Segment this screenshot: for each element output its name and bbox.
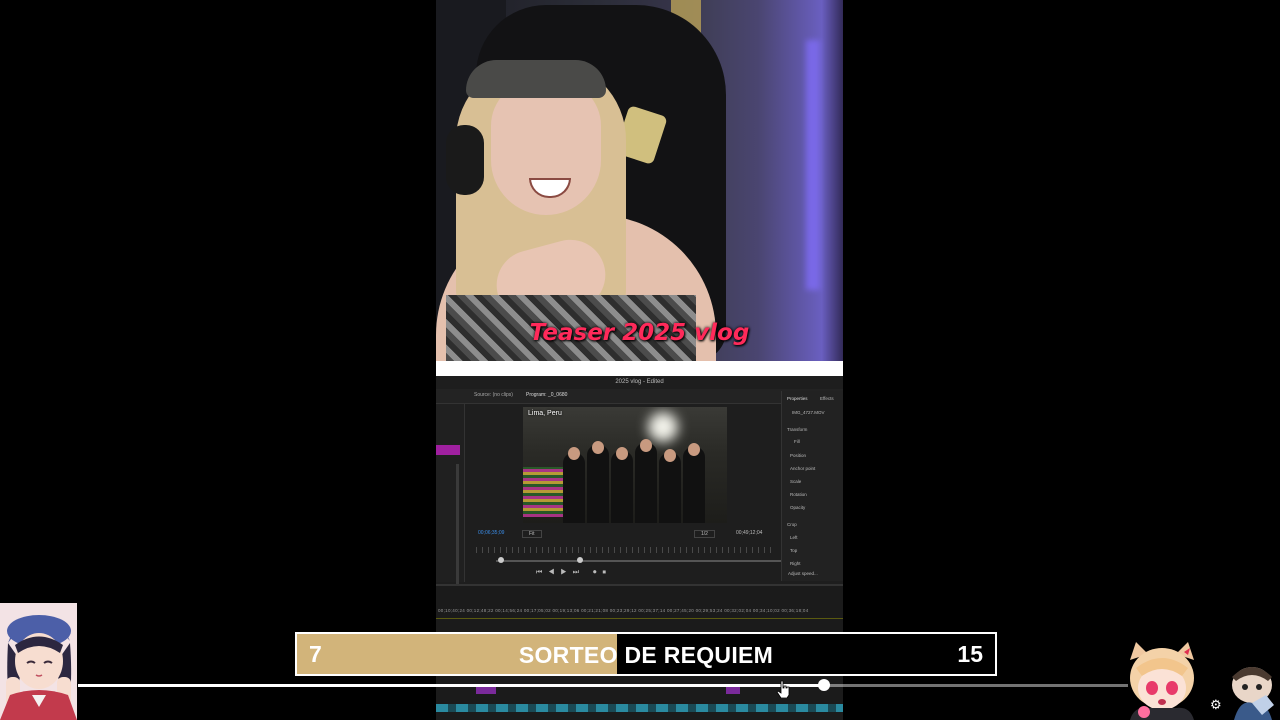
editor-window-title: 2025 vlog - Edited: [615, 379, 664, 385]
timeline-track-line: [436, 618, 843, 619]
location-overlay: Lima, Peru: [528, 410, 562, 417]
person-head: [664, 449, 676, 462]
audio-track: [436, 704, 843, 712]
tab-effects: Effects: [820, 396, 834, 401]
progress-fill: [78, 684, 824, 687]
timeline-clip: [726, 686, 740, 694]
program-monitor: Lima, Peru: [523, 407, 727, 523]
video-progress-bar[interactable]: [78, 679, 1128, 691]
prop-transform: Transform: [787, 427, 808, 432]
person-head: [568, 447, 580, 460]
adjust-speed: Adjust speed...: [788, 571, 818, 576]
prop-anchor: Anchor point: [790, 466, 816, 471]
prop-position: Position: [790, 453, 807, 458]
prop-right: Right: [790, 561, 801, 566]
tab-source: Source: (no clips): [474, 392, 513, 398]
tab-program: Program: _0_0680: [526, 392, 568, 398]
timeline-clip: [476, 686, 496, 694]
group-person: [563, 453, 585, 523]
divider: [436, 361, 843, 376]
time-ruler: [476, 547, 776, 553]
group-person: [587, 445, 609, 523]
led-strip: [806, 40, 820, 290]
editor-left-panel: [436, 404, 465, 604]
video-frame[interactable]: Teaser 2025 vlog 2025 vlog - Edited Sour…: [436, 0, 843, 720]
webcam-footage: Teaser 2025 vlog: [436, 0, 843, 361]
in-point-knob: [498, 557, 504, 563]
person-head: [616, 447, 628, 460]
prop-scale: Scale: [790, 479, 802, 484]
giveaway-goal-count: 15: [957, 641, 983, 667]
streamer-headband: [466, 60, 606, 98]
group-person: [635, 443, 657, 523]
out-point-knob: [577, 557, 583, 563]
timeline-timecodes: 00;10;40;24 00;12;48;22 00;14;56;24 00;1…: [438, 608, 809, 613]
person-head: [688, 443, 700, 456]
prop-opacity: Opacity: [790, 505, 806, 510]
clip-marker: [436, 445, 460, 455]
vtuber-avatar-left: [0, 603, 77, 720]
giveaway-progress-banner: 7 SORTEO DE REQUIEM 15: [295, 632, 997, 676]
transport-controls: ⏮◀▶⏭ ⏺⏹: [536, 569, 613, 576]
prop-fill: Fill: [794, 439, 800, 444]
prop-top: Top: [790, 548, 798, 553]
fit-select: Fit: [522, 530, 542, 538]
current-timecode: 00;06;35;09: [478, 530, 505, 536]
character-avatar-small: [1232, 667, 1274, 720]
person-head: [592, 441, 604, 454]
video-caption: Teaser 2025 vlog: [529, 320, 750, 346]
tab-properties: Properties: [787, 396, 808, 401]
giveaway-title: SORTEO DE REQUIEM: [518, 642, 774, 668]
group-person: [683, 447, 705, 523]
prop-crop: Crop: [787, 522, 797, 527]
duration-timecode: 00;49;12;04: [736, 530, 763, 536]
hand-cursor-icon: [776, 680, 790, 698]
progress-thumb[interactable]: [817, 679, 830, 691]
properties-panel: Properties Effects IMG_4727.MOV Transfor…: [781, 391, 843, 581]
group-person: [659, 453, 681, 523]
group-person: [611, 451, 633, 523]
vtuber-avatar-right: [1130, 642, 1194, 720]
ceiling-light: [648, 412, 678, 442]
resolution-select: 1/2: [694, 530, 715, 538]
person-head: [640, 439, 652, 452]
panel-scrollbar: [456, 464, 459, 604]
prop-rotation: Rotation: [790, 492, 807, 497]
headphones: [446, 125, 484, 195]
scrub-bar: [496, 560, 786, 562]
prop-left: Left: [790, 535, 798, 540]
clip-name: IMG_4727.MOV: [792, 410, 825, 415]
settings-icon[interactable]: ⚙: [1210, 698, 1222, 712]
